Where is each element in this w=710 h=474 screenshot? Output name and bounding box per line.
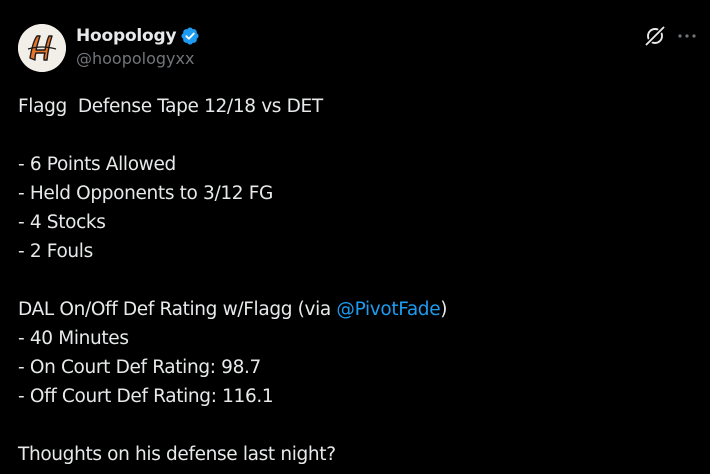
onoff-stat-line: - 40 Minutes xyxy=(18,328,129,349)
onoff-stat-line: - Off Court Def Rating: 116.1 xyxy=(18,386,274,407)
avatar[interactable] xyxy=(18,24,66,72)
stat-line: - Held Opponents to 3/12 FG xyxy=(18,183,273,204)
grok-icon[interactable] xyxy=(644,25,666,47)
stat-line: - 2 Fouls xyxy=(18,241,93,262)
onoff-heading: DAL On/Off Def Rating w/Flagg (via @Pivo… xyxy=(18,295,688,324)
stat-line: - 4 Stocks xyxy=(18,212,106,233)
onoff-prefix: DAL On/Off Def Rating w/Flagg (via xyxy=(18,299,337,320)
author-block: Hoopology @hoopologyxx xyxy=(76,24,200,68)
post: Hoopology @hoopologyxx Flagg Defense Tap… xyxy=(0,0,710,474)
closing-question: Thoughts on his defense last night? xyxy=(18,444,336,465)
display-name[interactable]: Hoopology xyxy=(76,26,177,46)
mention-link[interactable]: @PivotFade xyxy=(336,299,440,320)
onoff-stat-line: - On Court Def Rating: 98.7 xyxy=(18,357,261,378)
post-text: Flagg Defense Tape 12/18 vs DET - 6 Poin… xyxy=(18,92,688,469)
stat-line: - 6 Points Allowed xyxy=(18,154,176,175)
name-row: Hoopology xyxy=(76,24,200,48)
handle[interactable]: @hoopologyxx xyxy=(76,49,200,68)
onoff-suffix: ) xyxy=(440,299,448,320)
verified-badge-icon[interactable] xyxy=(180,26,200,46)
post-headline: Flagg Defense Tape 12/18 vs DET xyxy=(18,96,323,117)
more-icon[interactable] xyxy=(676,25,698,47)
hoopology-logo-icon xyxy=(18,24,66,72)
